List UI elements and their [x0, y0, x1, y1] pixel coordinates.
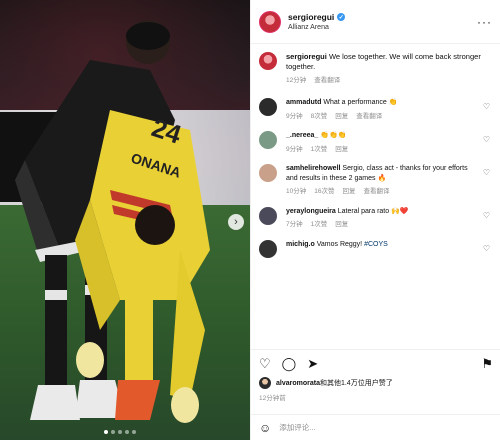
comment-text: 👏👏👏 [320, 132, 347, 139]
avatar[interactable] [259, 10, 281, 33]
comment-item: yeraylongueira Lateral para rato 🙌❤️ 7分钟 1… [259, 206, 492, 230]
comment-list: ammadutd What a performance 👏 9分钟 8次赞 回复 查看翻… [259, 98, 492, 258]
action-bar: ♡ ◯ ➤ ⚑ [251, 349, 500, 377]
comment-translate[interactable]: 查看翻译 [363, 187, 389, 197]
comment-item: michig.o Vamos Reggy! #COYS ♡ [259, 239, 492, 258]
comment-item: _.nereea_ 👏👏👏 9分钟 1次赞 回复 ♡ [259, 131, 492, 154]
add-comment-input[interactable]: 添加评论... [279, 422, 315, 433]
comment-text: What a performance 👏 [323, 99, 398, 106]
comment-avatar[interactable] [259, 239, 277, 258]
player-hair [126, 22, 170, 50]
goalkeeper-leg [125, 300, 153, 380]
glove-right [171, 387, 199, 423]
comment-like-icon[interactable]: ♡ [483, 211, 490, 220]
comment-avatar[interactable] [259, 131, 277, 149]
likes-rest: 和其他1.4万位用户赞了 [319, 380, 393, 387]
comment-time: 9分钟 [286, 145, 303, 153]
comment-username[interactable]: yeraylongueira [286, 208, 336, 215]
bookmark-icon[interactable]: ⚑ [481, 357, 493, 370]
liker-avatar [259, 377, 271, 389]
caption-avatar[interactable] [259, 52, 277, 70]
comment-item: samhelirehowell Sergio, class act - than… [259, 164, 492, 197]
post-time: 12分钟前 [259, 395, 286, 402]
chevron-right-icon: › [234, 216, 238, 228]
likes-summary[interactable]: alvaromorata 和其他1.4万位用户赞了 [259, 377, 393, 389]
caption-time: 12分钟 [286, 77, 307, 84]
carousel-next-button[interactable]: › [228, 214, 244, 230]
comment-text: Vamos Reggy! [316, 240, 365, 248]
comment-likes[interactable]: 1次赞 [311, 145, 328, 155]
comment-like-icon[interactable]: ♡ [483, 244, 490, 253]
carousel-dots [104, 430, 136, 434]
post-photo[interactable]: ONANA 24 › [0, 0, 250, 440]
comment-hashtag[interactable]: #COYS [364, 241, 388, 248]
verified-icon: ✓ [337, 13, 346, 21]
header-location[interactable]: Allianz Arena [288, 24, 345, 31]
comment-username[interactable]: samhelirehowell [286, 165, 340, 172]
post-panel: sergioregui ✓ Allianz Arena ··· sergiore… [250, 0, 500, 440]
comment-time: 10分钟 [286, 188, 307, 195]
comments-scroll[interactable]: sergioregui We lose together. We will co… [251, 44, 500, 349]
carousel-dot [118, 430, 122, 434]
comment-username[interactable]: _.nereea_ [286, 132, 318, 139]
carousel-dot [104, 430, 108, 434]
comment-reply[interactable]: 回复 [335, 145, 348, 155]
caption: sergioregui We lose together. We will co… [259, 52, 492, 86]
heart-icon[interactable]: ♡ [259, 357, 271, 370]
goalkeeper-boot [115, 380, 160, 420]
glove-left [76, 342, 104, 378]
comment-likes[interactable]: 1次赞 [311, 220, 328, 230]
comment-item: ammadutd What a performance 👏 9分钟 8次赞 回复 查看翻… [259, 98, 492, 121]
comment-like-icon[interactable]: ♡ [483, 135, 490, 144]
caption-translate[interactable]: 查看翻译 [314, 76, 340, 86]
boot-left [30, 385, 80, 420]
comment-avatar[interactable] [259, 164, 277, 182]
comment-username[interactable]: michig.o [286, 241, 315, 248]
comment-like-icon[interactable]: ♡ [483, 102, 490, 111]
comment-reply[interactable]: 回复 [335, 220, 348, 230]
carousel-dot [132, 430, 136, 434]
comment-icon[interactable]: ◯ [282, 357, 297, 370]
comment-time: 9分钟 [286, 112, 303, 120]
comment-reply[interactable]: 回复 [342, 187, 355, 197]
player-leg-left [45, 255, 67, 385]
comment-like-icon[interactable]: ♡ [483, 168, 490, 177]
caption-username[interactable]: sergioregui [286, 52, 327, 61]
comment-likes[interactable]: 8次赞 [311, 112, 328, 122]
liker-username[interactable]: alvaromorata [276, 380, 320, 387]
share-icon[interactable]: ➤ [307, 357, 318, 370]
post-header: sergioregui ✓ Allianz Arena ··· [251, 0, 500, 44]
carousel-dot [125, 430, 129, 434]
comment-avatar[interactable] [259, 206, 277, 225]
carousel-dot [111, 430, 115, 434]
comment-translate[interactable]: 查看翻译 [356, 112, 382, 122]
header-username[interactable]: sergioregui [288, 12, 334, 22]
comment-username[interactable]: ammadutd [286, 99, 321, 106]
more-options-icon[interactable]: ··· [477, 15, 492, 29]
comment-text: Lateral para rato 🙌❤️ [337, 207, 409, 215]
add-comment-bar[interactable]: ☺ 添加评论... [251, 414, 500, 440]
comment-avatar[interactable] [259, 98, 277, 116]
players-illustration: ONANA 24 [15, 20, 210, 423]
sock-stripe [45, 290, 67, 300]
comment-reply[interactable]: 回复 [335, 112, 348, 122]
comment-likes[interactable]: 16次赞 [314, 187, 334, 197]
emoji-icon[interactable]: ☺ [259, 421, 271, 435]
goalkeeper-head [135, 205, 175, 245]
comment-time: 7分钟 [286, 221, 303, 228]
